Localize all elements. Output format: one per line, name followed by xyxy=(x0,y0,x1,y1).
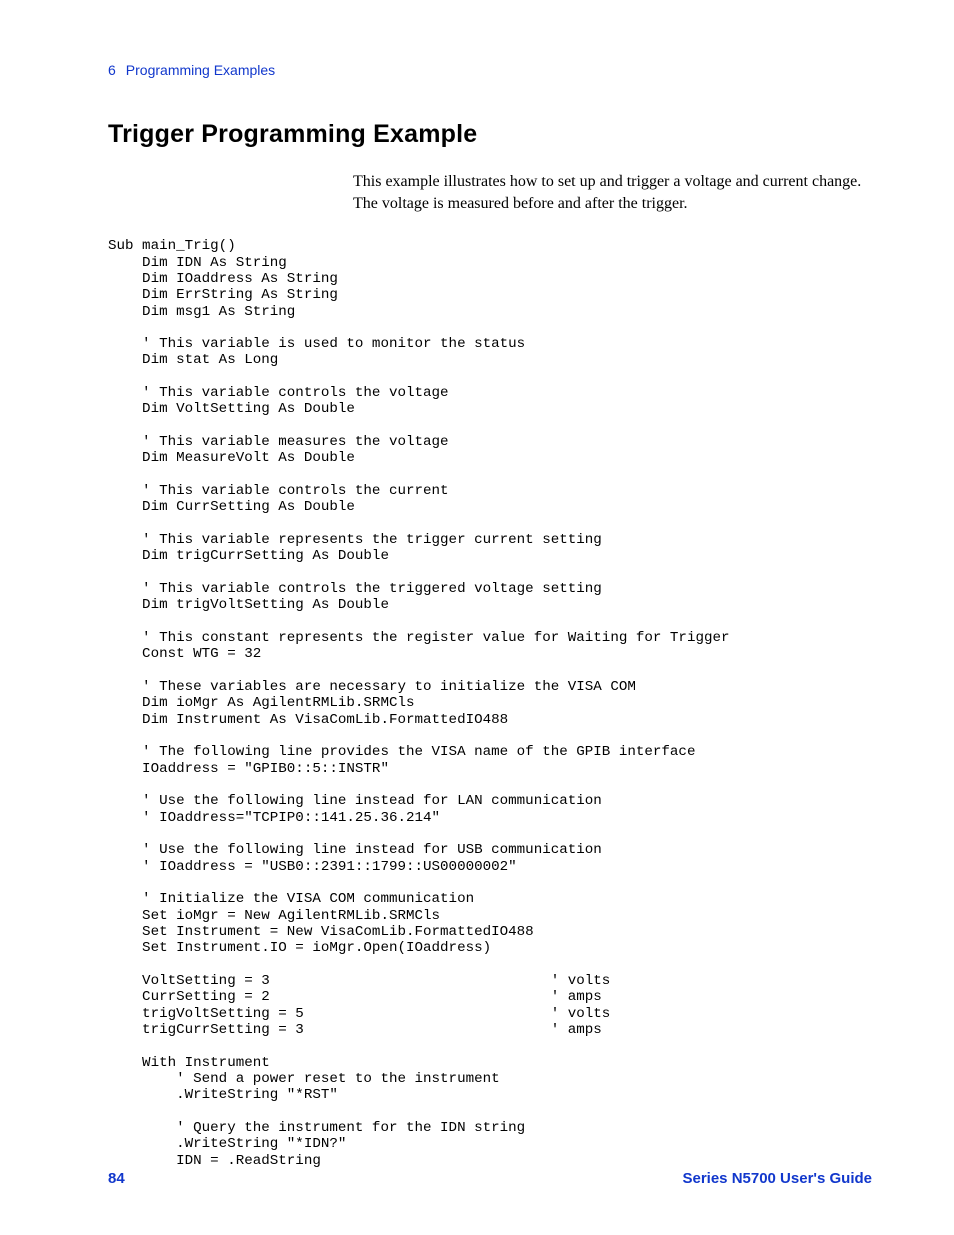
section-title: Trigger Programming Example xyxy=(108,120,872,149)
page-footer: 84 Series N5700 User's Guide xyxy=(108,1170,872,1187)
book-title: Series N5700 User's Guide xyxy=(682,1170,872,1187)
code-listing: Sub main_Trig() Dim IDN As String Dim IO… xyxy=(108,238,872,1169)
chapter-title: Programming Examples xyxy=(126,62,275,78)
page-number: 84 xyxy=(108,1170,125,1187)
chapter-number: 6 xyxy=(108,62,116,78)
section-intro: This example illustrates how to set up a… xyxy=(353,171,862,214)
page: 6 Programming Examples Trigger Programmin… xyxy=(0,0,954,1235)
running-header: 6 Programming Examples xyxy=(108,62,872,78)
